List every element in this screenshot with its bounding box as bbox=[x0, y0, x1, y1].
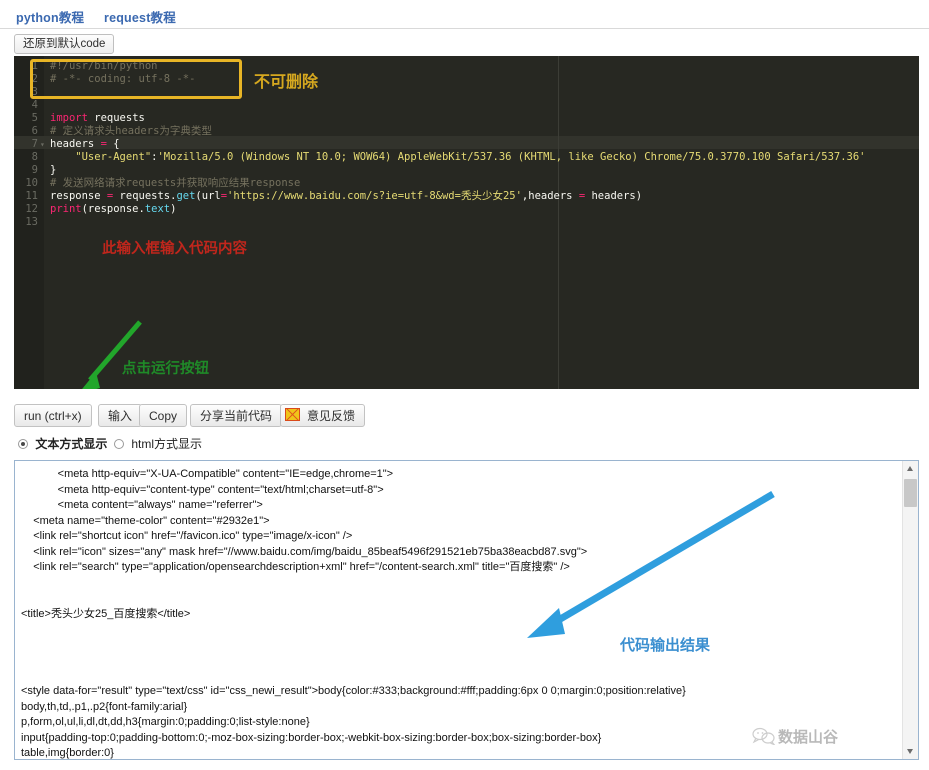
share-current-code-button[interactable]: 分享当前代码 bbox=[190, 404, 283, 427]
scrollbar-thumb[interactable] bbox=[904, 479, 917, 507]
code-line-text: print(response.text) bbox=[50, 203, 177, 215]
annotation-no-delete: 不可删除 bbox=[254, 74, 319, 91]
code-line-number: 1 bbox=[31, 60, 38, 72]
radio-text-mode-label: 文本方式显示 bbox=[35, 437, 108, 451]
code-line-number: 12 bbox=[25, 203, 38, 215]
copy-button[interactable]: Copy bbox=[139, 404, 188, 427]
annotation-click-run: 点击运行按钮 bbox=[122, 361, 209, 377]
code-editor[interactable]: 1 #!/usr/bin/python 2 # -*- coding: utf-8 -… bbox=[14, 56, 919, 389]
code-line-number: 8 bbox=[31, 151, 38, 163]
code-line-number: 2 bbox=[31, 73, 38, 85]
display-mode-radio-group: 文本方式显示 html方式显示 bbox=[0, 436, 929, 454]
code-line-text: # -*- coding: utf-8 -*- bbox=[50, 73, 196, 85]
top-tab-bar: python教程 request教程 bbox=[0, 0, 929, 29]
triangle-down-icon[interactable] bbox=[903, 744, 918, 759]
annotation-code-output: 代码输出结果 bbox=[620, 637, 711, 654]
radio-html-mode-label: html方式显示 bbox=[131, 437, 203, 451]
output-scrollbar[interactable] bbox=[902, 461, 918, 759]
code-line-text: headers = { bbox=[50, 138, 120, 150]
code-line-number: 3 bbox=[31, 86, 38, 98]
code-line-number: 9 bbox=[31, 164, 38, 176]
code-line-text: } bbox=[50, 164, 57, 176]
code-line-text: "User-Agent":'Mozilla/5.0 (Windows NT 10… bbox=[50, 151, 866, 163]
radio-html-mode[interactable]: html方式显示 bbox=[114, 436, 202, 452]
code-line-number: 11 bbox=[25, 190, 38, 202]
code-fold-toggle-icon[interactable]: ▾ bbox=[40, 138, 45, 151]
input-button[interactable]: 输入 bbox=[98, 404, 143, 427]
code-line-number: 10 bbox=[25, 177, 38, 189]
code-line-text: # 定义请求头headers为字典类型 bbox=[50, 125, 212, 137]
radio-dot-html-mode[interactable] bbox=[114, 439, 124, 449]
code-line-text: # 发送网络请求requests并获取响应结果response bbox=[50, 177, 301, 189]
code-line-text: import requests bbox=[50, 112, 145, 124]
green-arrow-icon bbox=[82, 320, 142, 389]
code-line-number: 4 bbox=[31, 99, 38, 111]
code-line-text: response = requests.get(url='https://www… bbox=[50, 190, 643, 202]
mail-icon bbox=[285, 408, 300, 421]
annotation-input-code-here: 此输入框输入代码内容 bbox=[102, 241, 247, 257]
tab-request-tutorial[interactable]: request教程 bbox=[104, 7, 176, 26]
run-button[interactable]: run (ctrl+x) bbox=[14, 404, 92, 427]
code-line-number: 6 bbox=[31, 125, 38, 137]
code-line-number: 7 bbox=[31, 138, 38, 150]
radio-dot-text-mode[interactable] bbox=[18, 439, 28, 449]
triangle-up-icon[interactable] bbox=[903, 461, 918, 476]
output-text-content: <meta http-equiv="X-UA-Compatible" conte… bbox=[21, 468, 686, 759]
tab-python-tutorial[interactable]: python教程 bbox=[16, 7, 84, 26]
code-line-number: 5 bbox=[31, 112, 38, 124]
editor-toolbar: run (ctrl+x) 输入 Copy 分享当前代码 意见反馈 bbox=[0, 400, 929, 432]
radio-text-mode[interactable]: 文本方式显示 bbox=[18, 436, 107, 452]
wechat-icon bbox=[752, 727, 776, 745]
code-line-text: #!/usr/bin/python bbox=[50, 60, 158, 72]
restore-default-code-button[interactable]: 还原到默认code bbox=[14, 34, 115, 54]
code-line-number: 13 bbox=[25, 216, 38, 228]
editor-print-margin-ruler bbox=[558, 56, 559, 389]
code-output-panel[interactable]: <meta http-equiv="X-UA-Compatible" conte… bbox=[14, 460, 919, 760]
